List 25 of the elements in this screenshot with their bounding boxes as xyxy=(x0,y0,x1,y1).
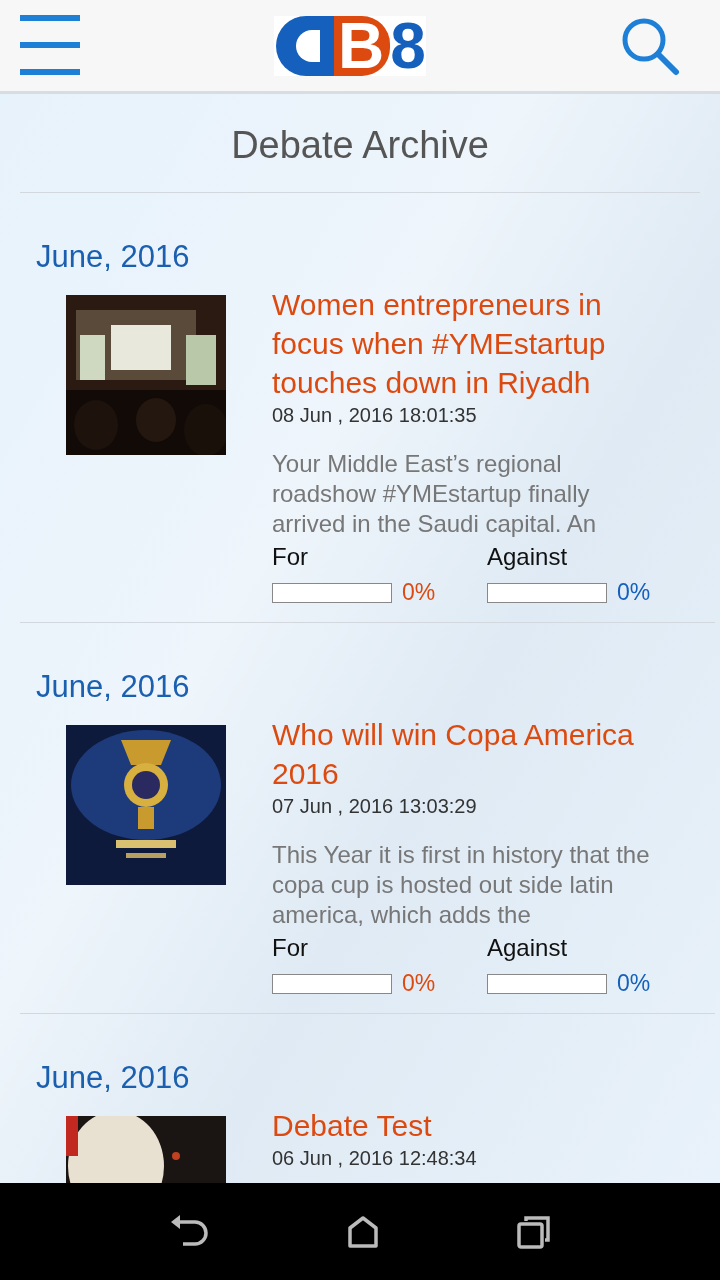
debate-title[interactable]: Women entrepreneurs in focus when #YMEstartup touches down in Riyadh xyxy=(272,285,682,402)
page-title: Debate Archive xyxy=(230,124,490,168)
debate-excerpt: This Year it is first in history that the copa cup is hosted out side latin america, which adds the xyxy=(272,840,651,930)
vote-label: For xyxy=(272,934,309,962)
debate-title[interactable]: Debate Test xyxy=(272,1106,682,1145)
month-heading: June, 2016 xyxy=(35,239,191,276)
debate-title[interactable]: Who will win Copa America 2016 xyxy=(272,715,682,793)
home-icon[interactable] xyxy=(348,1215,378,1248)
debate-excerpt: Your Middle East’s regional roadshow #YMEstartup finally arrived in the Saudi capital. An xyxy=(272,449,598,539)
vote-percentage: 0% xyxy=(402,579,436,606)
vote-percentage: 0% xyxy=(617,579,651,606)
debate-date: 07 Jun , 2016 13:03:29 xyxy=(272,795,478,818)
vote-label: Against xyxy=(487,934,569,962)
vote-label: For xyxy=(272,543,309,571)
vote-percentage: 0% xyxy=(617,970,651,997)
vote-percentage: 0% xyxy=(402,970,436,997)
recent-apps-icon[interactable] xyxy=(516,1214,551,1249)
debate-date: 06 Jun , 2016 12:48:34 xyxy=(272,1147,478,1170)
logo-letter: 8 xyxy=(390,15,424,76)
month-heading: June, 2016 xyxy=(35,1060,191,1097)
vote-label: Against xyxy=(487,543,569,571)
menu-icon[interactable] xyxy=(20,14,80,75)
logo-letter: B xyxy=(334,15,391,76)
month-heading: June, 2016 xyxy=(35,669,191,706)
debate-date: 08 Jun , 2016 18:01:35 xyxy=(272,404,478,427)
